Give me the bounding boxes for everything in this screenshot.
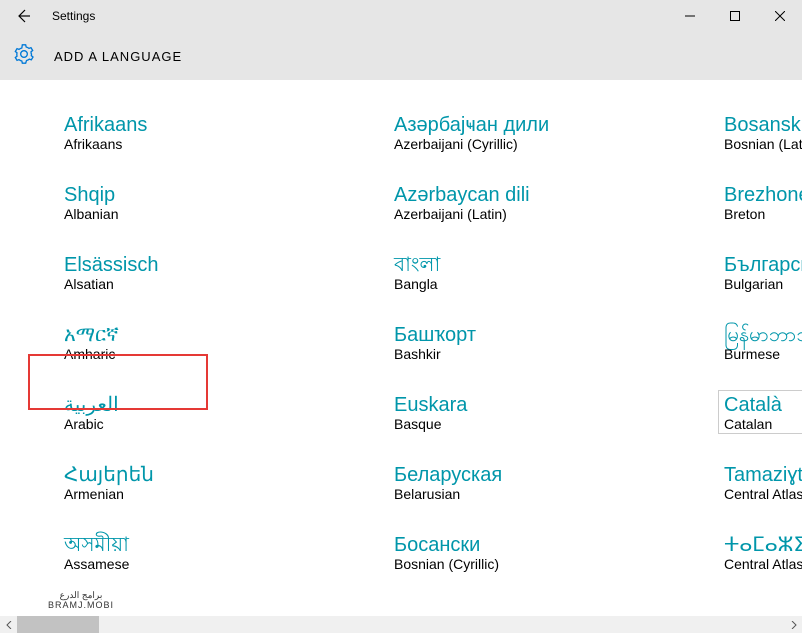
- language-english-name: Catalan: [724, 416, 802, 432]
- language-item[interactable]: አማርኛAmharic: [58, 320, 388, 364]
- language-native-name: Elsässisch: [64, 252, 382, 278]
- language-native-name: မြန်မာဘာသာ: [724, 322, 802, 348]
- language-native-name: العربية: [64, 392, 382, 418]
- language-native-name: ⵜⴰⵎⴰⵣⵉⵖⵜ: [724, 532, 802, 558]
- language-english-name: Assamese: [64, 556, 382, 572]
- window-title: Settings: [52, 9, 95, 23]
- language-native-name: Азәрбајҹан дили: [394, 112, 712, 138]
- language-item[interactable]: অসমীয়াAssamese: [58, 530, 388, 574]
- maximize-button[interactable]: [712, 0, 757, 32]
- language-item[interactable]: БългарскиBulgarian: [718, 250, 802, 294]
- page-title: ADD A LANGUAGE: [54, 49, 182, 64]
- language-english-name: Armenian: [64, 486, 382, 502]
- language-item[interactable]: العربيةArabic: [58, 390, 388, 434]
- language-item[interactable]: TamaziɣtCentral Atlas Tamazight: [718, 460, 802, 504]
- back-button[interactable]: [0, 0, 48, 32]
- language-native-name: Հայերեն: [64, 462, 382, 488]
- language-item[interactable]: ⵜⴰⵎⴰⵣⵉⵖⵜCentral Atlas Tamazight: [718, 530, 802, 574]
- language-native-name: Euskara: [394, 392, 712, 418]
- language-item[interactable]: ՀայերենArmenian: [58, 460, 388, 504]
- language-item[interactable]: BrezhonegBreton: [718, 180, 802, 224]
- language-native-name: Shqip: [64, 182, 382, 208]
- language-native-name: Azərbaycan dili: [394, 182, 712, 208]
- language-english-name: Central Atlas Tamazight: [724, 556, 802, 572]
- language-item[interactable]: Азәрбајҹан дилиAzerbaijani (Cyrillic): [388, 110, 718, 154]
- language-english-name: Bosnian (Cyrillic): [394, 556, 712, 572]
- language-item[interactable]: မြန်မာဘာသာBurmese: [718, 320, 802, 364]
- language-native-name: Afrikaans: [64, 112, 382, 138]
- gear-icon: [14, 44, 34, 69]
- language-english-name: Azerbaijani (Cyrillic): [394, 136, 712, 152]
- language-native-name: Беларуская: [394, 462, 712, 488]
- language-native-name: አማርኛ: [64, 322, 382, 348]
- language-native-name: Башҡорт: [394, 322, 712, 348]
- language-item[interactable]: CatalàCatalan: [718, 390, 802, 434]
- language-item[interactable]: БосанскиBosnian (Cyrillic): [388, 530, 718, 574]
- language-native-name: বাংলা: [394, 252, 712, 278]
- language-english-name: Bulgarian: [724, 276, 802, 292]
- language-native-name: Català: [724, 392, 802, 418]
- language-english-name: Breton: [724, 206, 802, 222]
- scroll-left-button[interactable]: [0, 616, 17, 633]
- scroll-right-button[interactable]: [785, 616, 802, 633]
- language-english-name: Basque: [394, 416, 712, 432]
- minimize-button[interactable]: [667, 0, 712, 32]
- language-english-name: Burmese: [724, 346, 802, 362]
- language-item[interactable]: ElsässischAlsatian: [58, 250, 388, 294]
- language-item[interactable]: БашҡортBashkir: [388, 320, 718, 364]
- language-english-name: Afrikaans: [64, 136, 382, 152]
- language-native-name: অসমীয়া: [64, 532, 382, 558]
- language-english-name: Belarusian: [394, 486, 712, 502]
- language-item[interactable]: Azərbaycan diliAzerbaijani (Latin): [388, 180, 718, 224]
- language-english-name: Bosnian (Latin): [724, 136, 802, 152]
- language-item[interactable]: ShqipAlbanian: [58, 180, 388, 224]
- language-native-name: Български: [724, 252, 802, 278]
- language-english-name: Bashkir: [394, 346, 712, 362]
- language-item[interactable]: БеларускаяBelarusian: [388, 460, 718, 504]
- language-english-name: Alsatian: [64, 276, 382, 292]
- language-english-name: Amharic: [64, 346, 382, 362]
- scroll-thumb[interactable]: [17, 616, 99, 633]
- close-button[interactable]: [757, 0, 802, 32]
- language-item[interactable]: BosanskiBosnian (Latin): [718, 110, 802, 154]
- language-native-name: Brezhoneg: [724, 182, 802, 208]
- language-native-name: Tamaziɣt: [724, 462, 802, 488]
- language-item[interactable]: বাংলাBangla: [388, 250, 718, 294]
- language-english-name: Albanian: [64, 206, 382, 222]
- language-english-name: Central Atlas Tamazight: [724, 486, 802, 502]
- language-native-name: Босански: [394, 532, 712, 558]
- language-native-name: Bosanski: [724, 112, 802, 138]
- language-english-name: Bangla: [394, 276, 712, 292]
- scroll-track[interactable]: [17, 616, 785, 633]
- language-item[interactable]: AfrikaansAfrikaans: [58, 110, 388, 154]
- watermark: برامج الدرع BRAMJ.MOBI: [48, 591, 114, 611]
- language-item[interactable]: EuskaraBasque: [388, 390, 718, 434]
- language-english-name: Azerbaijani (Latin): [394, 206, 712, 222]
- language-english-name: Arabic: [64, 416, 382, 432]
